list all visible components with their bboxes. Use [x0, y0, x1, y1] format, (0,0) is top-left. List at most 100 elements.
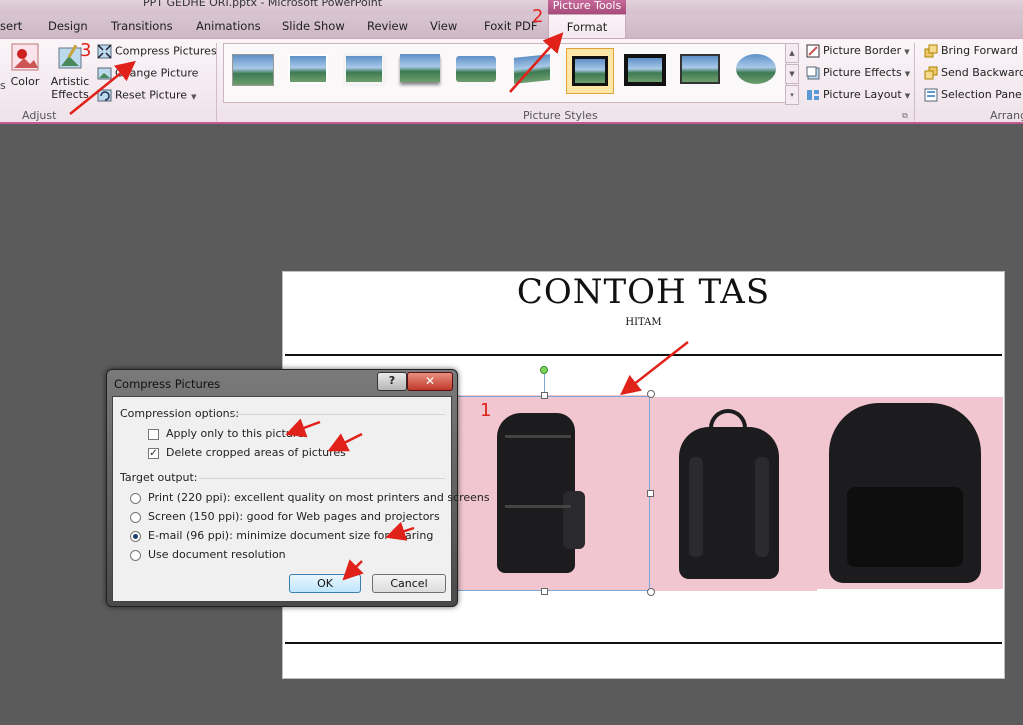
picture-layout-icon [807, 90, 819, 100]
color-label: Color [10, 75, 40, 88]
picture-style-thumb[interactable] [736, 54, 776, 86]
title-bar: PPT GEDHE ORI.pptx - Microsoft PowerPoin… [0, 0, 1023, 14]
email-option-label[interactable]: E-mail (96 ppi): minimize document size … [148, 529, 433, 542]
print-option-label[interactable]: Print (220 ppi): excellent quality on mo… [148, 491, 490, 504]
tab-design[interactable]: Design [48, 19, 88, 33]
screen-option-label[interactable]: Screen (150 ppi): good for Web pages and… [148, 510, 440, 523]
picture-styles-group-label: Picture Styles [523, 109, 598, 122]
compress-pictures-icon [97, 44, 112, 59]
picture-style-thumb-selected[interactable] [566, 48, 614, 94]
color-icon [11, 43, 39, 71]
picture-border-chevron-down-icon: ▼ [904, 48, 910, 56]
reset-picture-button[interactable]: Reset Picture ▼ [97, 88, 196, 103]
tab-format[interactable]: Format [548, 14, 626, 40]
adjust-cut-label: s [0, 79, 6, 92]
picture-styles-gallery [223, 43, 787, 103]
compress-pictures-button[interactable]: Compress Pictures [97, 44, 217, 59]
tab-animations[interactable]: Animations [196, 19, 261, 33]
target-output-label: Target output: [120, 471, 198, 484]
picture-border-icon [806, 44, 820, 58]
tab-foxit-pdf[interactable]: Foxit PDF [484, 19, 537, 33]
selection-pane-button[interactable]: Selection Pane [924, 88, 1022, 102]
bring-forward-icon [924, 44, 938, 58]
picture-style-thumb[interactable] [343, 53, 385, 86]
resize-handle[interactable] [647, 490, 654, 497]
tab-insert[interactable]: sert [0, 19, 22, 33]
effects-label: Effects [51, 88, 89, 101]
annotation-step-2: 2 [532, 6, 544, 27]
picture-effects-icon [806, 66, 820, 80]
backpack-strap [755, 457, 769, 557]
reset-picture-icon [97, 89, 112, 102]
picture-style-thumb[interactable] [400, 54, 440, 86]
ribbon-tabs: sert Design Transitions Animations Slide… [0, 14, 1023, 38]
color-button[interactable]: Color [8, 42, 42, 88]
selection-pane-icon [924, 88, 938, 102]
tab-transitions[interactable]: Transitions [111, 19, 173, 33]
resize-handle[interactable] [541, 392, 548, 399]
send-backward-label: Send Backward [941, 66, 1023, 79]
dialog-launcher-icon[interactable]: ⧉ [902, 111, 908, 121]
adjust-group-label: Adjust [22, 109, 57, 122]
bring-forward-button[interactable]: Bring Forward [924, 44, 1018, 58]
gallery-down-icon[interactable]: ▼ [785, 64, 799, 84]
print-radio[interactable] [130, 493, 141, 504]
resize-handle[interactable] [647, 588, 655, 596]
picture-border-button[interactable]: Picture Border ▼ [806, 44, 910, 58]
picture-style-thumb[interactable] [232, 54, 274, 86]
tab-slide-show[interactable]: Slide Show [282, 19, 345, 33]
backpack-photo-open[interactable] [817, 397, 1003, 589]
delete-cropped-checkbox[interactable]: ✓ [148, 448, 159, 459]
gallery-scroll: ▲ ▼ ▾ [785, 43, 799, 105]
email-radio[interactable] [130, 531, 141, 542]
document-resolution-label[interactable]: Use document resolution [148, 548, 286, 561]
rotation-handle[interactable] [540, 366, 548, 374]
slide-subtitle[interactable]: HITAM [283, 317, 1004, 328]
tab-review[interactable]: Review [367, 19, 408, 33]
change-picture-button[interactable]: Change Picture [97, 66, 198, 81]
send-backward-button[interactable]: Send Backward [924, 66, 1023, 80]
picture-layout-button[interactable]: Picture Layout ▼ [806, 88, 910, 102]
apply-only-label[interactable]: Apply only to this picture [166, 427, 304, 440]
group-separator [914, 43, 915, 121]
document-resolution-radio[interactable] [130, 550, 141, 561]
picture-style-thumb[interactable] [288, 54, 328, 86]
picture-effects-button[interactable]: Picture Effects ▼ [806, 66, 910, 80]
picture-layout-chevron-down-icon: ▼ [904, 92, 911, 100]
resize-handle[interactable] [647, 390, 655, 398]
backpack-strap [689, 457, 703, 557]
tab-view[interactable]: View [430, 19, 457, 33]
cancel-button[interactable]: Cancel [372, 574, 446, 593]
apply-only-checkbox[interactable] [148, 429, 159, 440]
gallery-up-icon[interactable]: ▲ [785, 43, 799, 63]
artistic-label: Artistic [50, 75, 90, 88]
bring-forward-label: Bring Forward [941, 44, 1018, 57]
picture-effects-label: Picture Effects [823, 66, 902, 79]
close-button[interactable]: ✕ [407, 372, 453, 391]
group-separator [216, 43, 217, 121]
group-line [231, 414, 445, 415]
ok-button[interactable]: OK [289, 574, 361, 593]
slide-title[interactable]: CONTOH TAS [283, 272, 1004, 312]
send-backward-icon [924, 66, 938, 80]
compress-pictures-dialog: Compress Pictures ? ✕ Compression option… [106, 369, 490, 607]
backpack-opening [847, 487, 963, 567]
picture-style-thumb[interactable] [624, 54, 666, 86]
backpack-handle [709, 409, 747, 431]
picture-style-thumb[interactable] [680, 54, 720, 86]
help-button[interactable]: ? [377, 372, 407, 391]
compression-options-label: Compression options: [120, 407, 240, 420]
annotation-step-1: 1 [480, 400, 492, 421]
resize-handle[interactable] [541, 588, 548, 595]
gallery-more-icon[interactable]: ▾ [785, 85, 799, 105]
picture-style-thumb[interactable] [512, 54, 552, 86]
picture-style-thumb[interactable] [456, 54, 496, 86]
rotation-handle-line [544, 374, 545, 394]
ribbon: s Color Artistic Effects Compress Pictur… [0, 38, 1023, 124]
delete-cropped-label[interactable]: Delete cropped areas of pictures [166, 446, 346, 459]
backpack-photo-back[interactable] [651, 397, 817, 591]
picture-effects-chevron-down-icon: ▼ [904, 70, 911, 78]
window-title: PPT GEDHE ORI.pptx - Microsoft PowerPoin… [143, 0, 383, 9]
screen-radio[interactable] [130, 512, 141, 523]
picture-border-label: Picture Border [823, 44, 902, 57]
